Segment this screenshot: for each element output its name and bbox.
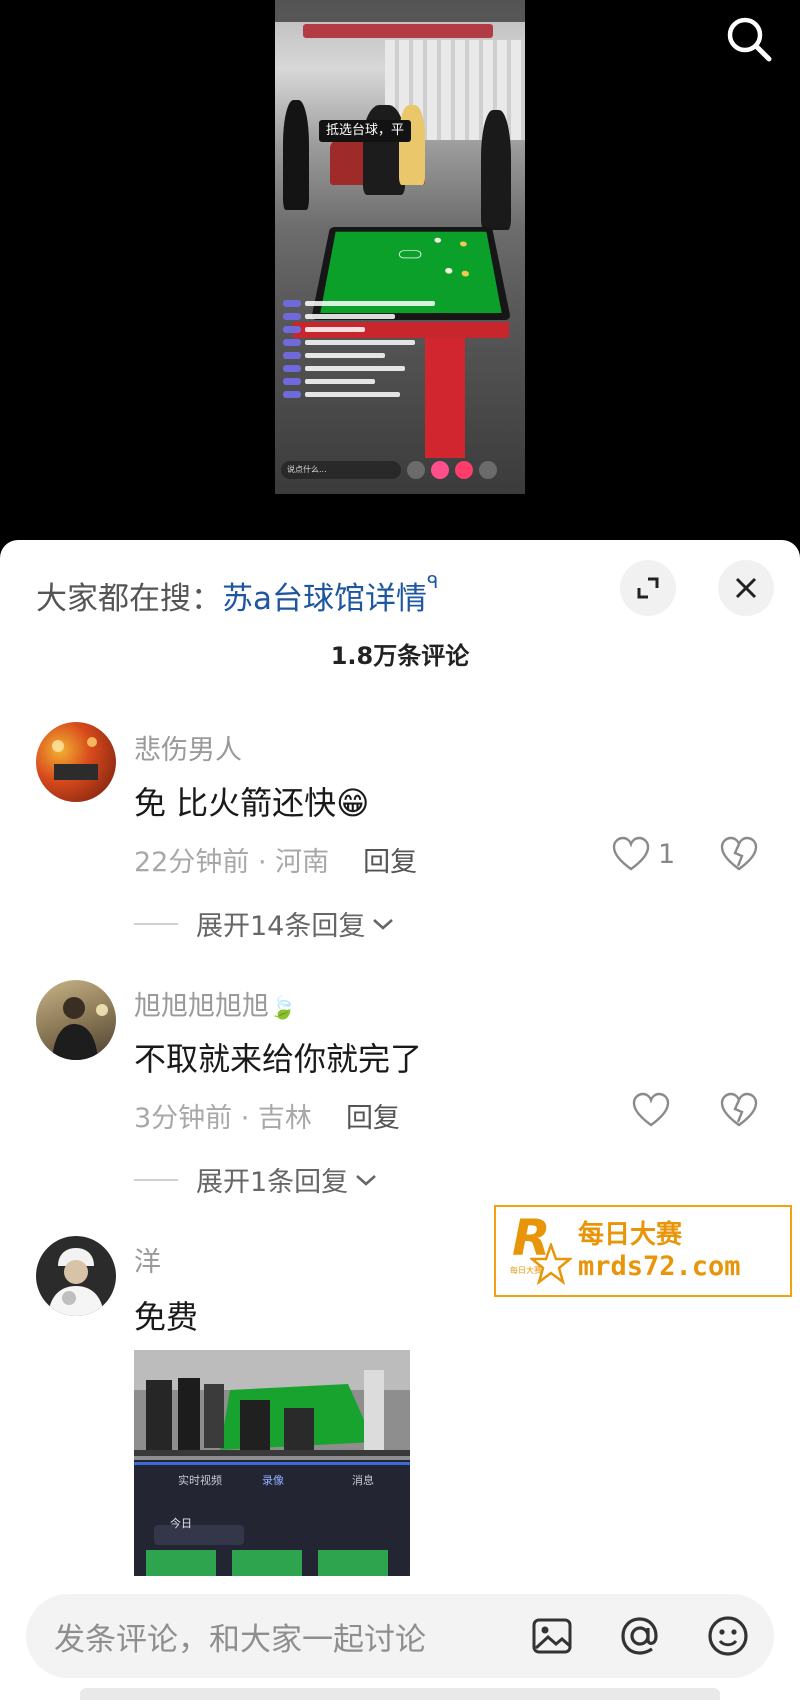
at-icon[interactable] bbox=[616, 1612, 664, 1660]
live-stream-preview[interactable]: 抵选台球，平 说点什么... bbox=[275, 0, 525, 494]
live-chat-row bbox=[283, 337, 483, 348]
comment-username[interactable]: 洋 bbox=[134, 1240, 161, 1279]
live-chat-row bbox=[283, 350, 483, 361]
person-right bbox=[481, 110, 511, 230]
pool-ball bbox=[444, 267, 453, 274]
heart-icon bbox=[612, 836, 650, 871]
comment-text: 免费 bbox=[134, 1298, 199, 1336]
image-tab-messages: 消息 bbox=[352, 1474, 374, 1487]
person-left bbox=[283, 100, 309, 210]
avatar[interactable] bbox=[36, 722, 116, 802]
live-stream-score-bar bbox=[303, 24, 493, 38]
hot-search-term[interactable]: 苏a台球馆详情 bbox=[222, 573, 427, 618]
live-chat-row bbox=[283, 376, 483, 387]
comment-image[interactable]: 实时视频 录像 消息 今日 bbox=[134, 1350, 410, 1576]
heart-icon bbox=[632, 1092, 670, 1127]
image-tab-live: 实时视频 bbox=[178, 1474, 222, 1487]
live-chat-row bbox=[283, 298, 483, 309]
live-chat-row bbox=[283, 363, 483, 374]
watermark-banner: R 每日大赛 每日大赛 mrds72.com bbox=[494, 1205, 792, 1297]
watermark-logo: R 每日大赛 bbox=[496, 1207, 578, 1295]
hot-search-prefix: 大家都在搜： bbox=[36, 580, 222, 617]
expand-button[interactable] bbox=[620, 560, 676, 616]
expand-replies-label: 展开14条回复 bbox=[196, 911, 366, 942]
expand-replies-button[interactable]: 展开14条回复 bbox=[134, 904, 395, 943]
comment-input-bar[interactable]: 发条评论，和大家一起讨论 bbox=[26, 1594, 774, 1678]
leaf-badge-icon: 🍃 bbox=[269, 996, 297, 1021]
watermark-url: mrds72.com bbox=[578, 1251, 741, 1282]
image-icon[interactable] bbox=[528, 1612, 576, 1660]
image-date: 今日 bbox=[170, 1517, 192, 1530]
like-button[interactable]: 1 bbox=[612, 836, 675, 872]
expand-icon bbox=[637, 577, 659, 599]
smile-icon[interactable] bbox=[407, 461, 425, 479]
reply-button[interactable]: 回复 bbox=[346, 1096, 400, 1135]
pool-ball bbox=[461, 270, 470, 277]
live-stream-top-bar bbox=[275, 0, 525, 22]
live-stream-banner: 抵选台球，平 bbox=[319, 120, 411, 142]
avatar[interactable] bbox=[36, 980, 116, 1060]
comment-count: 1.8万条评论 bbox=[330, 642, 470, 670]
system-navigation-strip bbox=[80, 1688, 720, 1700]
like-button[interactable] bbox=[632, 1092, 670, 1128]
live-chat-row bbox=[283, 324, 483, 335]
share-icon[interactable] bbox=[479, 461, 497, 479]
expand-replies-label: 展开1条回复 bbox=[196, 1167, 349, 1198]
dislike-button[interactable] bbox=[720, 836, 758, 876]
comment-meta: 3分钟前 · 吉林 回复 bbox=[134, 1096, 400, 1135]
live-stream-bottom-bar: 说点什么... bbox=[281, 458, 519, 482]
expand-replies-button[interactable]: 展开1条回复 bbox=[134, 1160, 378, 1199]
comment-meta: 22分钟前 · 河南 回复 bbox=[134, 840, 417, 879]
gift-icon[interactable] bbox=[455, 461, 473, 479]
watermark-title: 每日大赛 bbox=[578, 1220, 683, 1250]
comment-time-location: 3分钟前 · 吉林 bbox=[134, 1103, 312, 1134]
dislike-button[interactable] bbox=[720, 1092, 758, 1132]
reply-button[interactable]: 回复 bbox=[363, 840, 417, 879]
live-chat-row bbox=[283, 389, 483, 400]
person-yellow bbox=[399, 105, 425, 185]
live-chat-input[interactable]: 说点什么... bbox=[281, 461, 401, 479]
chevron-down-icon bbox=[356, 1174, 377, 1186]
like-icon[interactable] bbox=[431, 461, 449, 479]
comment-username[interactable]: 悲伤男人 bbox=[134, 728, 242, 767]
close-button[interactable] bbox=[718, 560, 774, 616]
image-tab-recording: 录像 bbox=[262, 1474, 284, 1487]
comment-text: 免 比火箭还快😁 bbox=[134, 784, 370, 822]
comment-input[interactable]: 发条评论，和大家一起讨论 bbox=[54, 1614, 528, 1659]
broken-heart-icon bbox=[720, 836, 758, 871]
pool-table-logo bbox=[398, 250, 422, 259]
avatar[interactable] bbox=[36, 1236, 116, 1316]
like-count: 1 bbox=[658, 838, 676, 870]
close-icon bbox=[735, 577, 757, 599]
pool-ball bbox=[434, 237, 442, 243]
broken-heart-icon bbox=[720, 1092, 758, 1127]
search-small-icon: ᑫ bbox=[427, 572, 439, 593]
comment-time-location: 22分钟前 · 河南 bbox=[134, 847, 330, 878]
live-chat-feed bbox=[283, 298, 483, 402]
emoji-icon[interactable] bbox=[704, 1612, 752, 1660]
pool-ball bbox=[459, 241, 468, 247]
comment-text: 不取就来给你就完了 bbox=[134, 1040, 423, 1078]
comment-username[interactable]: 旭旭旭旭旭🍃 bbox=[134, 984, 296, 1023]
chevron-down-icon bbox=[373, 918, 394, 930]
video-player[interactable]: 抵选台球，平 说点什么... bbox=[0, 0, 800, 540]
live-chat-row bbox=[283, 311, 483, 322]
search-icon[interactable] bbox=[724, 14, 774, 64]
hot-search-row[interactable]: 大家都在搜： 苏a台球馆详情 ᑫ bbox=[36, 570, 438, 620]
